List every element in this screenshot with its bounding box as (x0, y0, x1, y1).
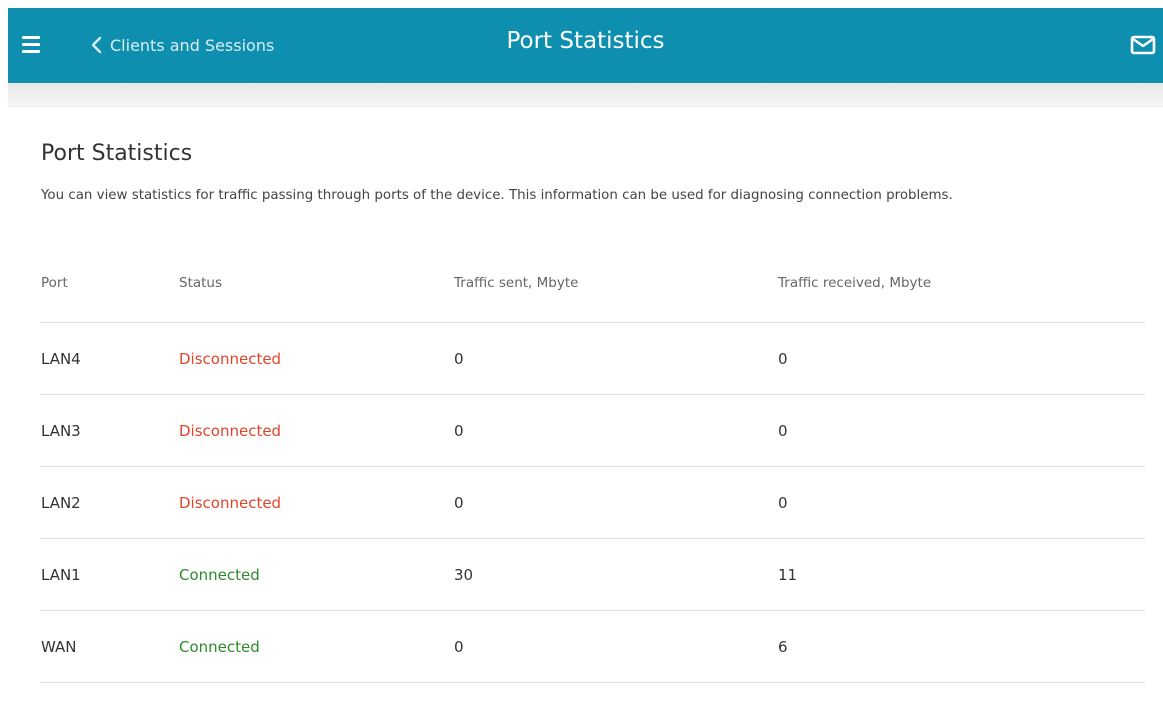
page-description: You can view statistics for traffic pass… (41, 188, 953, 203)
port-statistics-table: Port Status Traffic sent, Mbyte Traffic … (41, 272, 1145, 683)
column-header-port: Port (41, 275, 68, 291)
status-cell: Disconnected (179, 349, 282, 368)
column-header-status: Status (179, 275, 223, 291)
main-content: Port Statistics You can view statistics … (8, 107, 1163, 727)
top-header: Clients and Sessions Port Statistics (8, 8, 1163, 83)
traffic-sent-cell: 0 (454, 493, 464, 512)
header-title: Port Statistics (506, 28, 665, 54)
column-header-traffic-sent: Traffic sent, Mbyte (454, 275, 579, 291)
status-cell: Connected (179, 565, 260, 584)
port-cell: LAN2 (41, 493, 81, 512)
table-row: LAN4 Disconnected 0 0 (41, 323, 1145, 395)
header-shadow-bar (8, 83, 1163, 107)
table-row: LAN1 Connected 30 11 (41, 539, 1145, 611)
traffic-received-cell: 0 (778, 493, 788, 512)
table-row: WAN Connected 0 6 (41, 611, 1145, 683)
traffic-received-cell: 0 (778, 349, 788, 368)
app-frame: Clients and Sessions Port Statistics Por… (8, 8, 1163, 727)
traffic-sent-cell: 30 (454, 565, 474, 584)
table-header: Port Status Traffic sent, Mbyte Traffic … (41, 272, 1145, 323)
column-header-traffic-received: Traffic received, Mbyte (778, 275, 932, 291)
status-cell: Disconnected (179, 493, 282, 512)
traffic-sent-cell: 0 (454, 637, 464, 656)
port-cell: LAN4 (41, 349, 81, 368)
port-cell: LAN3 (41, 421, 81, 440)
traffic-received-cell: 6 (778, 637, 788, 656)
port-cell: WAN (41, 637, 77, 656)
port-cell: LAN1 (41, 565, 81, 584)
table-row: LAN3 Disconnected 0 0 (41, 395, 1145, 467)
status-cell: Disconnected (179, 421, 282, 440)
traffic-sent-cell: 0 (454, 421, 464, 440)
status-cell: Connected (179, 637, 260, 656)
traffic-sent-cell: 0 (454, 349, 464, 368)
table-row: LAN2 Disconnected 0 0 (41, 467, 1145, 539)
page-title: Port Statistics (41, 141, 193, 166)
traffic-received-cell: 11 (778, 565, 798, 584)
traffic-received-cell: 0 (778, 421, 788, 440)
envelope-icon[interactable] (1129, 34, 1157, 56)
